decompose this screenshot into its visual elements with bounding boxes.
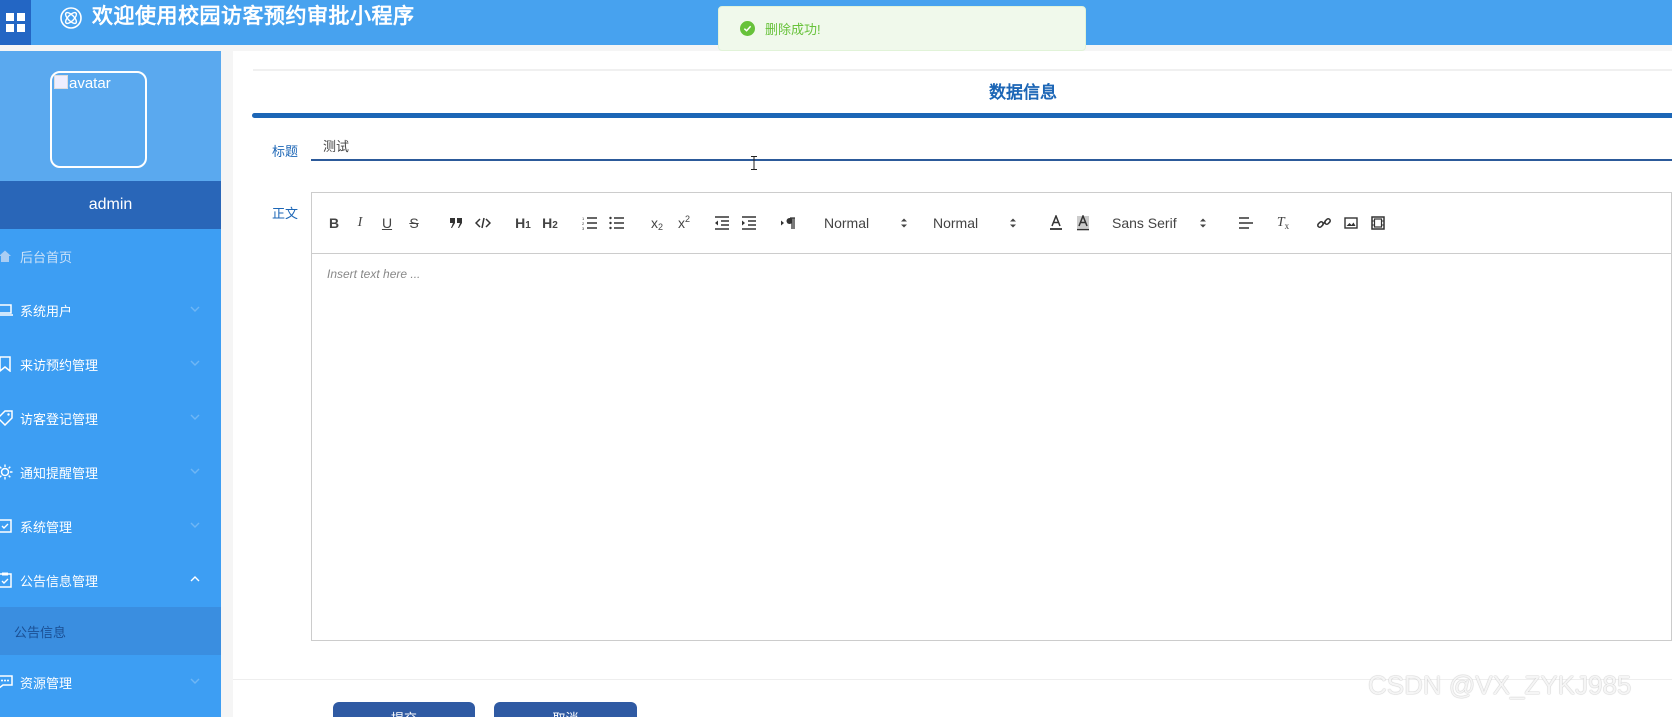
indent-icon[interactable] <box>739 211 759 235</box>
submit-button[interactable]: 提交 <box>333 702 475 717</box>
sidebar-item-resources[interactable]: 资源管理 <box>0 655 221 709</box>
bold-icon[interactable]: B <box>324 211 344 235</box>
laptop-icon <box>0 301 14 319</box>
chevron-down-icon <box>190 306 200 312</box>
toast-message: 删除成功! <box>765 22 821 37</box>
underline-icon[interactable]: U <box>377 211 397 235</box>
svg-text:3: 3 <box>582 226 585 230</box>
app-title: 欢迎使用校园访客预约审批小程序 <box>92 5 415 28</box>
tag-icon <box>0 409 14 427</box>
editor-toolbar: B I U S H1 H2 123 x2 x2 Normal Normal Sa… <box>312 193 1671 254</box>
username: admin <box>88 196 133 213</box>
title-label: 标题 <box>272 144 299 159</box>
success-check-icon <box>740 21 755 36</box>
background-color-icon[interactable] <box>1074 211 1092 235</box>
avatar-area: avatar <box>0 51 221 181</box>
cancel-button[interactable]: 取消 <box>494 702 637 717</box>
sidebar-item-home[interactable]: 后台首页 <box>0 229 221 283</box>
image-icon[interactable] <box>1342 211 1360 235</box>
font-select-value: Sans Serif <box>1112 215 1177 231</box>
home-icon <box>0 247 14 265</box>
size-select[interactable]: Normal <box>824 211 908 235</box>
superscript-icon[interactable]: x2 <box>674 211 694 235</box>
select-arrows-icon <box>1010 218 1016 228</box>
sidebar-item-visitor-registration[interactable]: 访客登记管理 <box>0 391 221 445</box>
sidebar-subitem-announcement-info[interactable]: 公告信息 <box>0 607 221 655</box>
username-bar: admin <box>0 181 221 229</box>
main-content: 数据信息 标题 正文 B I U S H1 H2 123 x2 x <box>233 51 1672 717</box>
chevron-down-icon <box>190 360 200 366</box>
sidebar: avatar admin 后台首页 系统用户 来访预约管理 访客登记管理 通知提… <box>0 51 221 717</box>
ordered-list-icon[interactable]: 123 <box>580 211 600 235</box>
rich-text-editor: B I U S H1 H2 123 x2 x2 Normal Normal Sa… <box>311 192 1672 641</box>
editor-placeholder: Insert text here ... <box>327 267 421 281</box>
clear-format-icon[interactable]: Tx <box>1274 211 1292 235</box>
strike-icon[interactable]: S <box>404 211 424 235</box>
logo-icon <box>60 7 82 29</box>
clipboard-icon <box>0 571 14 589</box>
header-select[interactable]: Normal <box>933 211 1017 235</box>
section-underline <box>252 113 1672 118</box>
title-input[interactable] <box>311 132 1672 161</box>
chevron-down-icon <box>190 522 200 528</box>
message-icon <box>0 673 14 691</box>
text-color-icon[interactable] <box>1047 211 1065 235</box>
top-divider <box>253 69 1672 71</box>
sidebar-item-label: 系统用户 <box>20 303 73 319</box>
link-icon[interactable] <box>1315 211 1333 235</box>
code-block-icon[interactable] <box>473 211 493 235</box>
chevron-down-icon <box>190 468 200 474</box>
header2-icon[interactable]: H2 <box>539 211 561 235</box>
chevron-down-icon <box>190 678 200 684</box>
size-select-value: Normal <box>824 215 870 231</box>
sidebar-item-label: 访客登记管理 <box>20 411 99 427</box>
grid-menu-button[interactable] <box>0 0 31 45</box>
editor-content-area[interactable]: Insert text here ... <box>312 254 1671 640</box>
sun-icon <box>0 463 14 481</box>
sidebar-item-label: 来访预约管理 <box>20 357 99 373</box>
sidebar-item-label: 系统管理 <box>20 519 73 535</box>
sidebar-item-visit-booking[interactable]: 来访预约管理 <box>0 337 221 391</box>
broken-image-icon <box>54 75 68 89</box>
chevron-up-icon <box>190 576 200 582</box>
check-box-icon <box>0 517 14 535</box>
text-direction-icon[interactable] <box>778 211 798 235</box>
section-title: 数据信息 <box>989 83 1057 102</box>
sidebar-item-label: 公告信息管理 <box>20 573 99 589</box>
sidebar-item-notifications[interactable]: 通知提醒管理 <box>0 445 221 499</box>
header-select-value: Normal <box>933 215 979 231</box>
sidebar-item-label: 通知提醒管理 <box>20 465 99 481</box>
bookmark-icon <box>0 355 14 373</box>
watermark: CSDN @VX_ZYKJ985 <box>1368 670 1632 700</box>
italic-icon[interactable]: I <box>350 211 370 235</box>
success-toast: 删除成功! <box>718 6 1086 51</box>
chevron-down-icon <box>190 414 200 420</box>
avatar-alt-text: avatar <box>69 75 111 92</box>
sidebar-item-label: 后台首页 <box>20 249 73 265</box>
sidebar-item-announcements[interactable]: 公告信息管理 <box>0 553 221 607</box>
outdent-icon[interactable] <box>712 211 732 235</box>
blockquote-icon[interactable] <box>446 211 466 235</box>
font-select[interactable]: Sans Serif <box>1112 211 1207 235</box>
sidebar-item-label: 资源管理 <box>20 675 73 691</box>
video-icon[interactable] <box>1369 211 1387 235</box>
subscript-icon[interactable]: x2 <box>647 211 667 235</box>
text-cursor-icon <box>751 156 757 170</box>
select-arrows-icon <box>901 218 907 228</box>
grid-icon <box>6 13 25 32</box>
bullet-list-icon[interactable] <box>607 211 627 235</box>
sidebar-item-system-users[interactable]: 系统用户 <box>0 283 221 337</box>
sidebar-menu: 后台首页 系统用户 来访预约管理 访客登记管理 通知提醒管理 系统管理 公告信息… <box>0 229 221 709</box>
body-label: 正文 <box>272 206 299 221</box>
header1-icon[interactable]: H1 <box>512 211 534 235</box>
align-icon[interactable] <box>1237 211 1255 235</box>
avatar: avatar <box>50 71 147 168</box>
select-arrows-icon <box>1200 218 1206 228</box>
sidebar-item-system-management[interactable]: 系统管理 <box>0 499 221 553</box>
